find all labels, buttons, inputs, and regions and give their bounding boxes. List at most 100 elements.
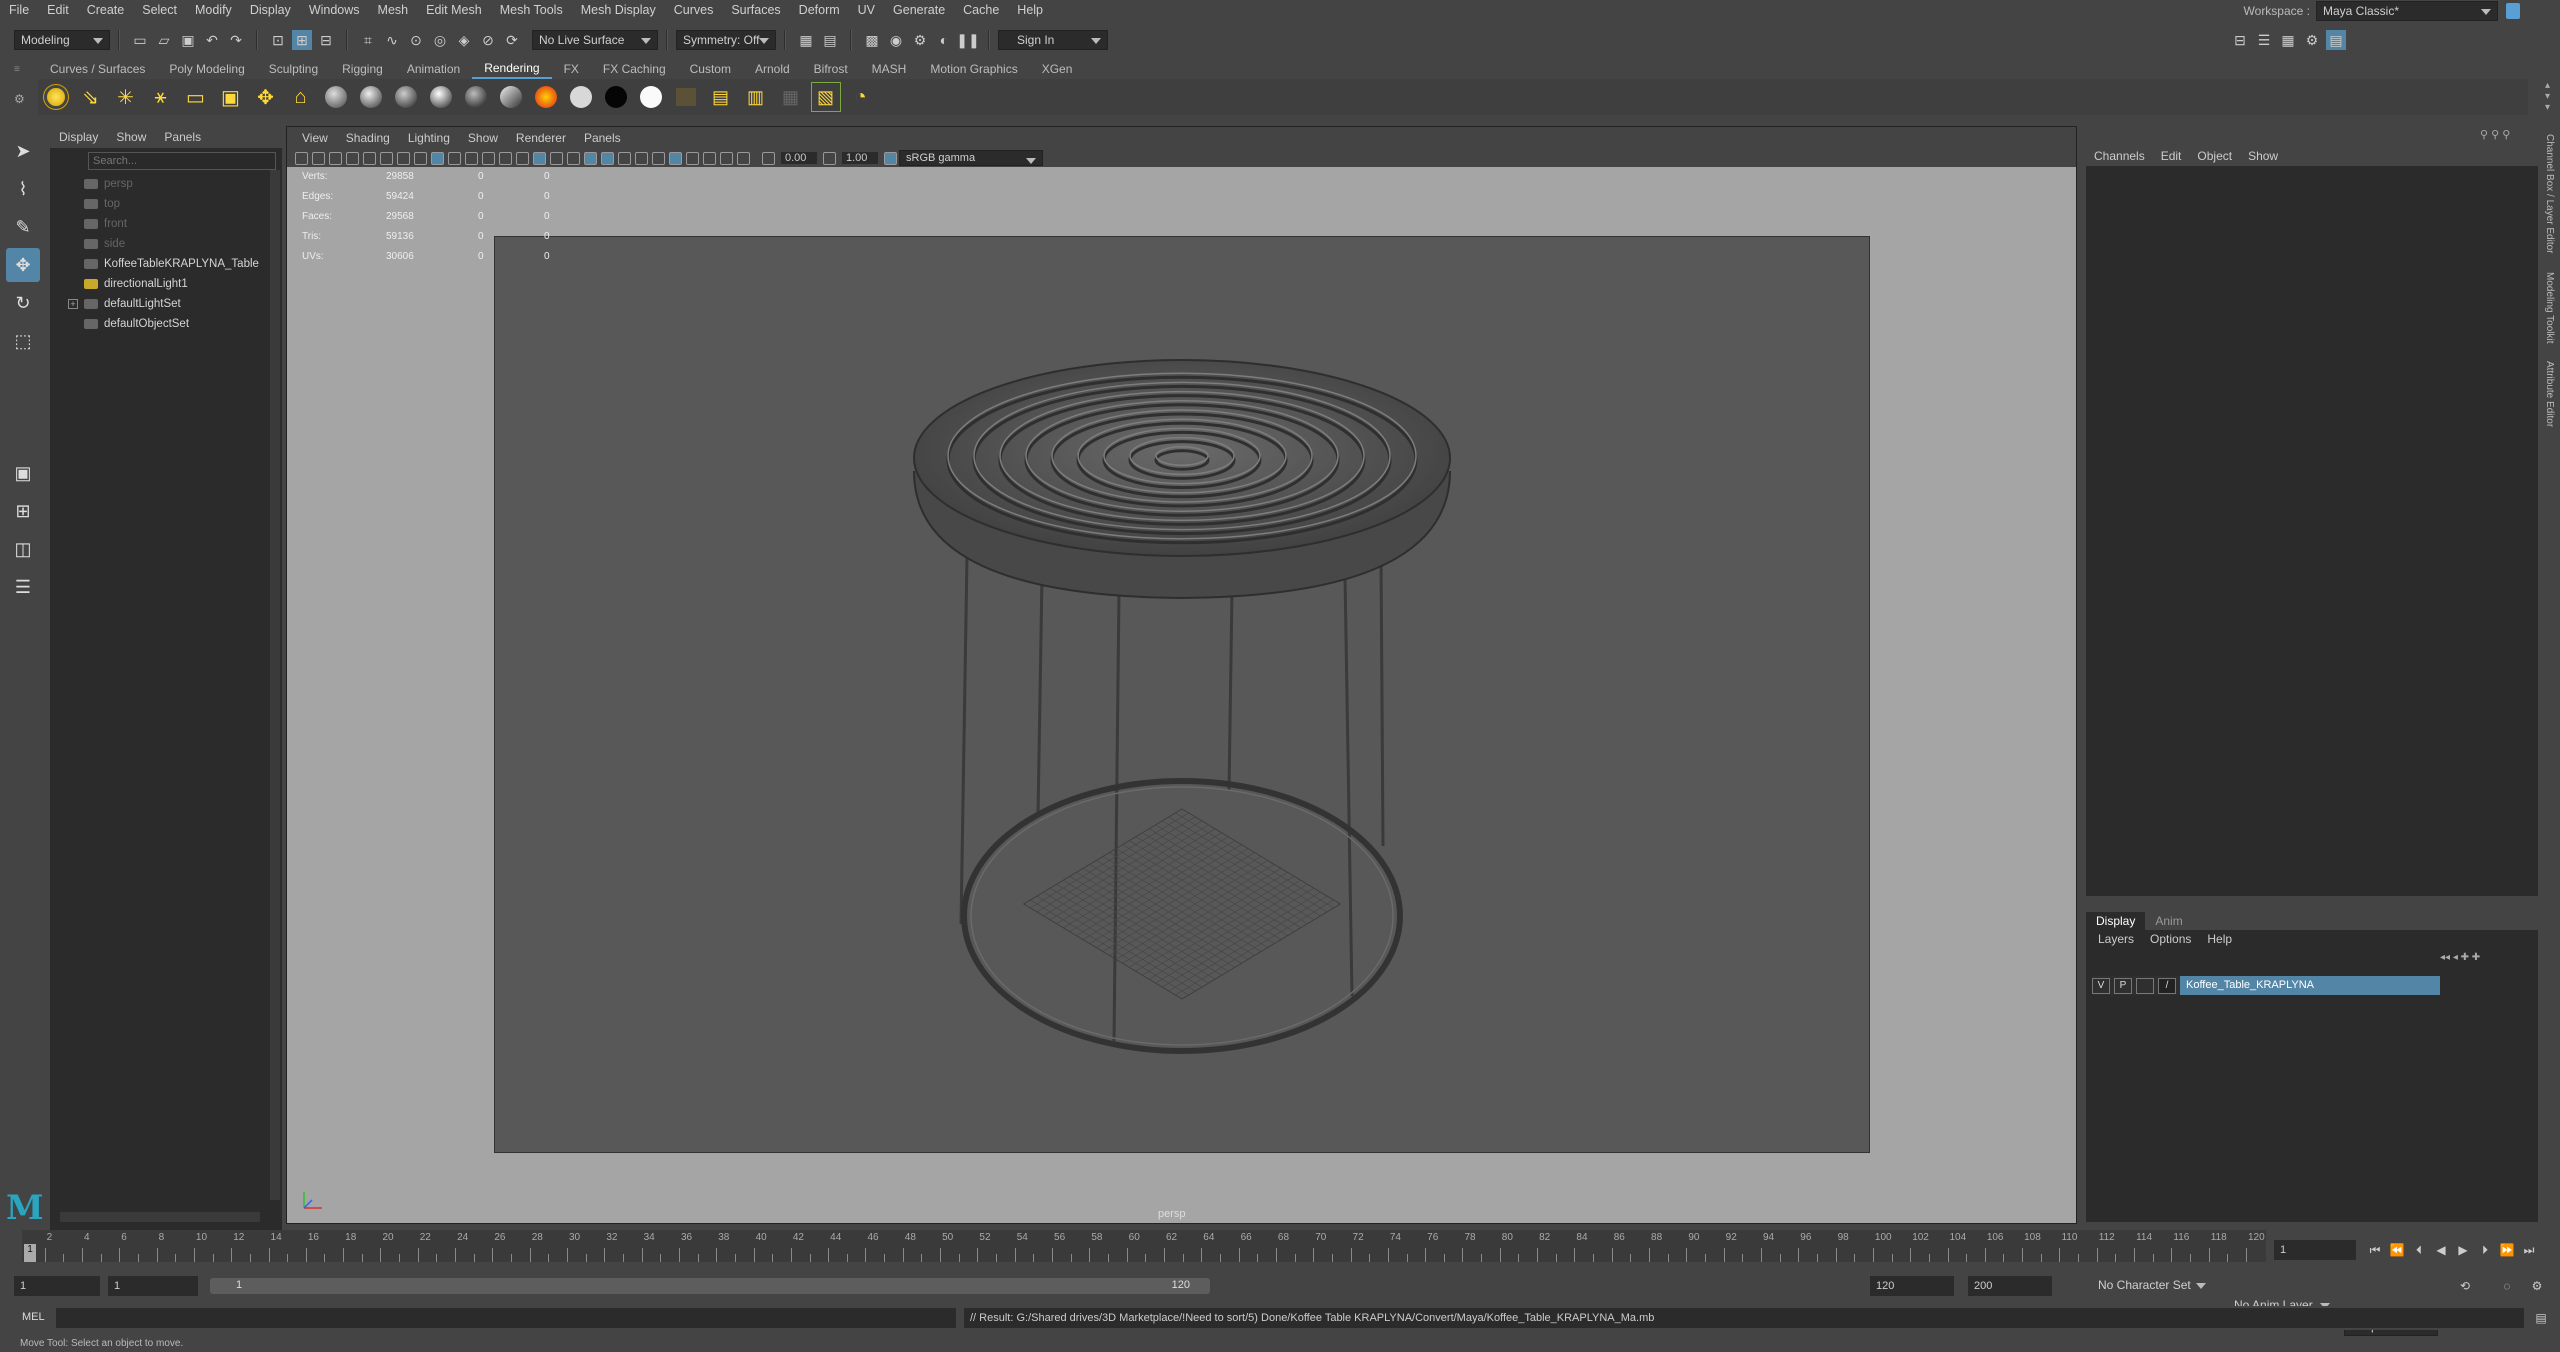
viewport-menu-show[interactable]: Show xyxy=(459,127,507,149)
viewport-menu-shading[interactable]: Shading xyxy=(337,127,399,149)
volume-light-icon[interactable]: ▣ xyxy=(216,82,246,112)
snap-view-icon[interactable]: ◎ xyxy=(430,30,450,50)
layer-tab-display[interactable]: Display xyxy=(2086,912,2146,930)
shelf-settings-icon[interactable]: ⚙ xyxy=(14,92,25,106)
lasso-tool-icon[interactable]: ⌇ xyxy=(6,172,40,206)
outliner-item-defaultlightset[interactable]: + defaultLightSet xyxy=(50,294,282,314)
layer-tab-anim[interactable]: Anim xyxy=(2145,912,2192,930)
command-language[interactable]: MEL xyxy=(22,1311,45,1323)
snap-surface-icon[interactable]: ◈ xyxy=(454,30,474,50)
outliner-menu-show[interactable]: Show xyxy=(107,126,155,148)
go-to-end-icon[interactable]: ⏭ xyxy=(2518,1240,2540,1260)
wireframe-icon[interactable] xyxy=(516,151,529,165)
resolution-gate-icon[interactable] xyxy=(431,151,444,165)
outliner-item-top[interactable]: top xyxy=(50,194,282,214)
loop-icon[interactable]: ⟲ xyxy=(2454,1276,2476,1296)
side-tab-attribute-editor[interactable]: Attribute Editor xyxy=(2544,361,2555,427)
start-time-field[interactable]: 1 xyxy=(14,1276,100,1296)
go-to-start-icon[interactable]: ⏮ xyxy=(2364,1240,2386,1260)
ambient-light-icon[interactable] xyxy=(41,82,71,112)
layer-display-type[interactable] xyxy=(2136,977,2154,994)
shelf-tab-xgen[interactable]: XGen xyxy=(1030,60,1085,78)
viewport-menu-panels[interactable]: Panels xyxy=(575,127,630,149)
camera-attr-icon[interactable] xyxy=(312,151,325,165)
smooth-shade-icon[interactable] xyxy=(533,151,546,165)
ipr-render-icon[interactable]: ▥ xyxy=(741,82,771,112)
colorspace-dropdown[interactable]: sRGB gamma xyxy=(899,150,1043,166)
step-forward-frame-icon[interactable]: ⏵ xyxy=(2474,1240,2496,1260)
phong-e-icon[interactable] xyxy=(461,82,491,112)
persp-outliner-icon[interactable]: ◫ xyxy=(6,532,40,566)
coffee-table-model[interactable] xyxy=(494,236,1870,1153)
menu-mesh-tools[interactable]: Mesh Tools xyxy=(491,0,572,20)
anim-prefs-icon[interactable]: ⚙ xyxy=(2526,1276,2548,1296)
shadows-icon[interactable] xyxy=(618,151,631,165)
lambert-icon[interactable] xyxy=(391,82,421,112)
layer-playback-toggle[interactable]: P xyxy=(2114,977,2132,994)
layer-visibility-toggle[interactable]: V xyxy=(2092,977,2110,994)
ramp-shader-icon[interactable] xyxy=(496,82,526,112)
viewport-menu-lighting[interactable]: Lighting xyxy=(399,127,459,149)
phong-icon[interactable] xyxy=(426,82,456,112)
range-slider[interactable]: 1 120 xyxy=(210,1278,1210,1294)
menu-deform[interactable]: Deform xyxy=(790,0,849,20)
side-tab-modeling-toolkit[interactable]: Modeling Toolkit xyxy=(2544,272,2555,344)
shelf-tab-mash[interactable]: MASH xyxy=(860,60,919,78)
field-chart-icon[interactable] xyxy=(465,151,478,165)
select-component-icon[interactable]: ⊟ xyxy=(316,30,336,50)
shelf-tab-arnold[interactable]: Arnold xyxy=(743,60,802,78)
menu-modify[interactable]: Modify xyxy=(186,0,241,20)
menu-edit-mesh[interactable]: Edit Mesh xyxy=(417,0,491,20)
use-all-lights-icon[interactable] xyxy=(601,151,614,165)
layer-color-swatch[interactable]: / xyxy=(2158,977,2176,994)
outliner-item-persp[interactable]: persp xyxy=(50,174,282,194)
outliner-item-front[interactable]: front xyxy=(50,214,282,234)
batch-render-icon[interactable]: ▦ xyxy=(776,82,806,112)
safe-title-icon[interactable] xyxy=(499,151,512,165)
shelf-tab-custom[interactable]: Custom xyxy=(678,60,743,78)
channel-box-menu-channels[interactable]: Channels xyxy=(2086,146,2153,166)
snap-point-icon[interactable]: ⊙ xyxy=(406,30,426,50)
area-light-icon[interactable]: ▭ xyxy=(181,82,211,112)
camera-select-icon[interactable] xyxy=(295,151,308,165)
grid-icon[interactable] xyxy=(397,151,410,165)
render-view-icon[interactable]: ▩ xyxy=(862,30,882,50)
screen-space-ao-icon[interactable] xyxy=(635,151,648,165)
outliner-item-directionallight1[interactable]: directionalLight1 xyxy=(50,274,282,294)
side-tab-channel-box-layer-editor[interactable]: Channel Box / Layer Editor xyxy=(2544,134,2555,254)
layer-menu-options[interactable]: Options xyxy=(2142,930,2199,948)
point-light-icon[interactable]: ✳ xyxy=(111,82,141,112)
save-scene-icon[interactable]: ▣ xyxy=(178,30,198,50)
exposure-field[interactable]: 0.00 xyxy=(781,152,817,164)
expand-icon[interactable]: + xyxy=(68,299,78,309)
shelf-tab-rigging[interactable]: Rigging xyxy=(330,60,395,78)
select-tool-icon[interactable]: ➤ xyxy=(6,134,40,168)
end-time-field[interactable]: 200 xyxy=(1968,1276,2052,1296)
menu-cache[interactable]: Cache xyxy=(954,0,1008,20)
live-icon[interactable]: ⟳ xyxy=(502,30,522,50)
outliner-hscrollbar[interactable] xyxy=(60,1212,260,1222)
outliner-item-side[interactable]: side xyxy=(50,234,282,254)
shelf-tab-animation[interactable]: Animation xyxy=(395,60,472,78)
menu-curves[interactable]: Curves xyxy=(665,0,723,20)
shelf-tab-bifrost[interactable]: Bifrost xyxy=(802,60,860,78)
render-settings-icon[interactable]: ⚙ xyxy=(910,30,930,50)
film-gate-icon[interactable] xyxy=(414,151,427,165)
step-back-key-icon[interactable]: ⏪ xyxy=(2386,1240,2408,1260)
playback-end-field[interactable]: 120 xyxy=(1870,1276,1954,1296)
shelf-scroll-icon[interactable]: ▴ ▾ ▾ xyxy=(2545,80,2550,113)
move-tool-icon[interactable]: ✥ xyxy=(6,248,40,282)
step-forward-key-icon[interactable]: ⏩ xyxy=(2496,1240,2518,1260)
xray-joints-icon[interactable] xyxy=(720,151,733,165)
select-hierarchy-icon[interactable]: ⊡ xyxy=(268,30,288,50)
paint-select-icon[interactable]: ✎ xyxy=(6,210,40,244)
viewport-menu-renderer[interactable]: Renderer xyxy=(507,127,575,149)
outliner-layout-icon[interactable]: ☰ xyxy=(6,570,40,604)
camera-icon[interactable]: ⌂ xyxy=(286,82,316,112)
menu-mesh-display[interactable]: Mesh Display xyxy=(572,0,665,20)
gamma-field[interactable]: 1.00 xyxy=(842,152,878,164)
spot-light-icon[interactable]: ⚹ xyxy=(146,82,176,112)
isolate-select-icon[interactable] xyxy=(686,151,699,165)
workspace-dropdown[interactable]: Maya Classic* xyxy=(2316,1,2498,21)
current-frame-field[interactable]: 1 xyxy=(2274,1240,2356,1260)
